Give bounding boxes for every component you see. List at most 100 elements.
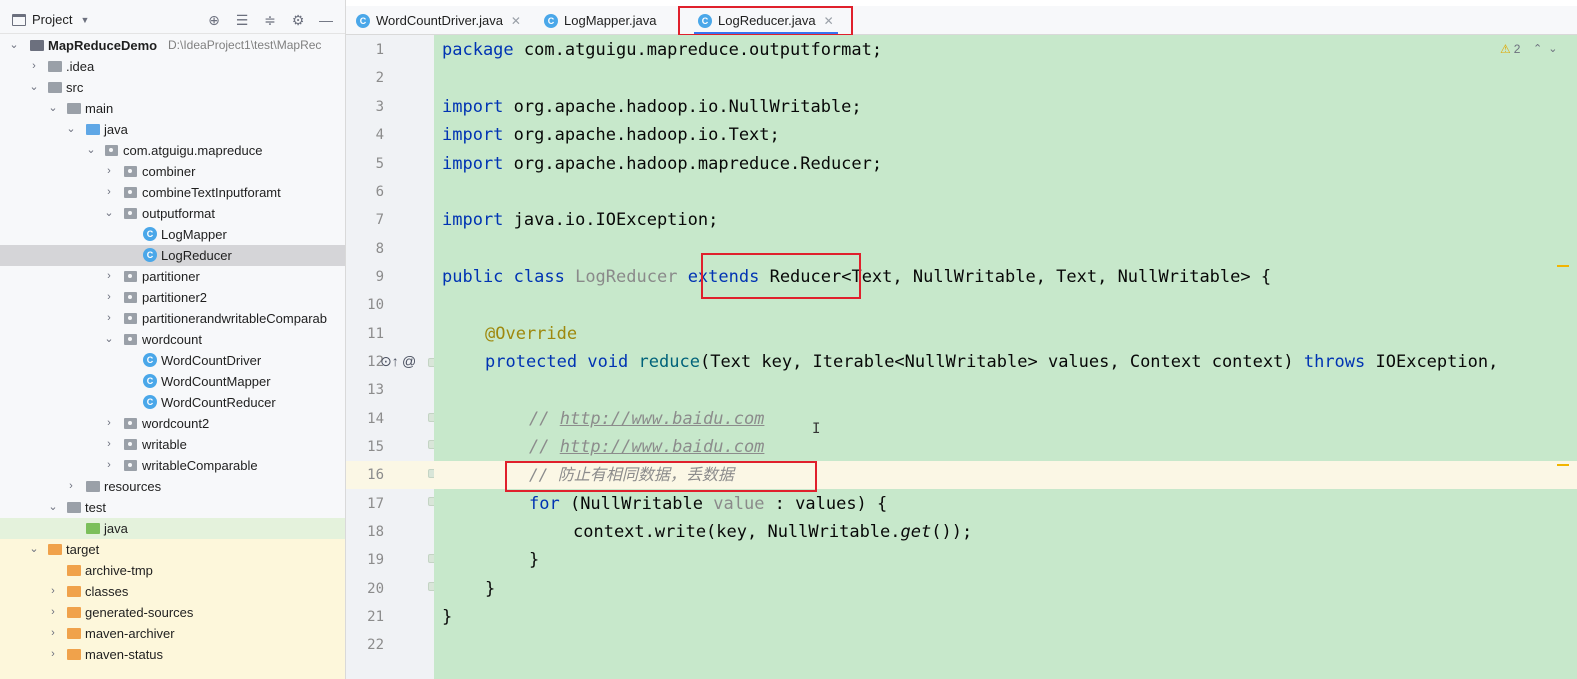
tree-item-resources[interactable]: › resources: [0, 476, 345, 497]
tree-item-outputformat[interactable]: ⌄ outputformat: [0, 203, 345, 224]
tree-item-package-root[interactable]: ⌄ com.atguigu.mapreduce: [0, 140, 345, 161]
tab-logreducer[interactable]: C LogReducer.java ✕: [694, 6, 838, 35]
minimize-icon[interactable]: —: [312, 11, 340, 29]
code-editor[interactable]: package com.atguigu.mapreduce.outputform…: [434, 35, 1577, 679]
collapse-all-icon[interactable]: ≑: [256, 11, 284, 29]
warning-count: 2: [1513, 42, 1521, 56]
gear-icon[interactable]: ⚙: [284, 11, 312, 29]
tree-item-target[interactable]: ⌄ target: [0, 539, 345, 560]
chevron-down-icon[interactable]: ⌄: [65, 119, 77, 140]
tree-item-combiner[interactable]: › combiner: [0, 161, 345, 182]
source-folder-icon: [86, 124, 100, 135]
chevron-right-icon[interactable]: ›: [103, 434, 115, 455]
tree-item-writablecomparable[interactable]: › writableComparable: [0, 455, 345, 476]
tree-item-archive-tmp[interactable]: archive-tmp: [0, 560, 345, 581]
line-number: 2: [375, 70, 384, 86]
package-icon: [124, 271, 137, 282]
tree-item-test[interactable]: ⌄ test: [0, 497, 345, 518]
module-path: D:\IdeaProject1\test\MapRec: [168, 38, 322, 52]
chevron-down-icon[interactable]: ⌄: [103, 329, 115, 350]
tab-wordcountdriver[interactable]: C WordCountDriver.java ✕: [356, 6, 521, 35]
chevron-right-icon[interactable]: ›: [65, 476, 77, 497]
tree-item-partitioner2[interactable]: › partitioner2: [0, 287, 345, 308]
tree-item-idea[interactable]: › .idea: [0, 56, 345, 77]
line-number: 14: [367, 411, 384, 427]
tree-item-main[interactable]: ⌄ main: [0, 98, 345, 119]
line-number: 22: [367, 637, 384, 653]
code-line-4: import org.apache.hadoop.io.Text;: [442, 121, 780, 149]
tree-item-combinetextinputforamt[interactable]: › combineTextInputforamt: [0, 182, 345, 203]
editor-tab-bar: C WordCountDriver.java ✕ C LogMapper.jav…: [346, 6, 1577, 35]
chevron-down-icon[interactable]: ⌄: [47, 98, 59, 119]
override-method-icon[interactable]: ⊙↑: [380, 353, 399, 370]
tree-item-java[interactable]: ⌄ java: [0, 119, 345, 140]
code-line-1: package com.atguigu.mapreduce.outputform…: [442, 36, 882, 64]
chevron-down-icon[interactable]: ⌄: [8, 35, 20, 56]
package-icon: [124, 334, 137, 345]
tree-item-logreducer[interactable]: C LogReducer: [0, 245, 345, 266]
chevron-down-icon[interactable]: ⌄: [28, 77, 40, 98]
tree-item-wordcountdriver[interactable]: C WordCountDriver: [0, 350, 345, 371]
static-method: get: [900, 522, 932, 542]
tree-item-classes[interactable]: › classes: [0, 581, 345, 602]
chevron-down-icon[interactable]: ⌄: [28, 539, 40, 560]
locate-file-icon[interactable]: ⊕: [200, 11, 228, 29]
close-icon[interactable]: ✕: [824, 14, 834, 28]
tree-item-label: LogMapper: [161, 227, 227, 242]
tree-item-wordcount2[interactable]: › wordcount2: [0, 413, 345, 434]
tree-item-maven-status[interactable]: › maven-status: [0, 644, 345, 665]
error-stripe-mark[interactable]: [1557, 265, 1569, 267]
folder-icon: [48, 61, 62, 72]
error-stripe-mark[interactable]: [1557, 464, 1569, 466]
code-line-15: // http://www.baidu.com: [529, 433, 764, 461]
line-number: 16: [367, 467, 384, 483]
tree-item-partitionerandwritablecomparable[interactable]: › partitionerandwritableComparab: [0, 308, 345, 329]
code-line-11: @Override: [485, 320, 577, 348]
tab-logmapper[interactable]: C LogMapper.java: [544, 6, 657, 35]
line-number: 3: [375, 99, 384, 115]
tree-item-maven-archiver[interactable]: › maven-archiver: [0, 623, 345, 644]
chevron-right-icon[interactable]: ›: [103, 287, 115, 308]
code-text: (Text key, Iterable<NullWritable> values…: [699, 352, 1294, 372]
chevron-right-icon[interactable]: ›: [103, 308, 115, 329]
code-text: org.apache.hadoop.mapreduce.Reducer;: [503, 154, 883, 174]
chevron-up-icon[interactable]: ⌃: [1533, 43, 1548, 55]
chevron-right-icon[interactable]: ›: [47, 644, 59, 665]
chevron-right-icon[interactable]: ›: [103, 161, 115, 182]
project-view-selector[interactable]: Project ▼: [12, 12, 89, 27]
close-icon[interactable]: ✕: [511, 14, 521, 28]
chevron-right-icon[interactable]: ›: [47, 581, 59, 602]
code-line-17: for (NullWritable value : values) {: [529, 490, 887, 518]
chevron-down-icon[interactable]: ⌄: [1548, 43, 1563, 55]
chevron-down-icon[interactable]: ⌄: [103, 203, 115, 224]
tree-item-mapreducedemo[interactable]: ⌄ MapReduceDemo D:\IdeaProject1\test\Map…: [0, 35, 345, 56]
code-line-3: import org.apache.hadoop.io.NullWritable…: [442, 93, 862, 121]
comment-link[interactable]: http://www.baidu.com: [560, 437, 765, 457]
chevron-right-icon[interactable]: ›: [103, 266, 115, 287]
chevron-right-icon[interactable]: ›: [103, 413, 115, 434]
inspection-nav[interactable]: ⌃⌄: [1533, 42, 1563, 55]
chevron-down-icon[interactable]: ⌄: [47, 497, 59, 518]
chevron-down-icon[interactable]: ⌄: [85, 140, 97, 161]
inspection-widget[interactable]: ⚠ 2: [1500, 42, 1520, 56]
at-annotation-icon[interactable]: @: [402, 353, 416, 369]
chevron-right-icon[interactable]: ›: [28, 56, 40, 77]
tree-item-wordcountreducer[interactable]: C WordCountReducer: [0, 392, 345, 413]
chevron-right-icon[interactable]: ›: [103, 182, 115, 203]
tree-item-test-java[interactable]: java: [0, 518, 345, 539]
tree-item-src[interactable]: ⌄ src: [0, 77, 345, 98]
chevron-right-icon[interactable]: ›: [47, 623, 59, 644]
tree-item-wordcountmapper[interactable]: C WordCountMapper: [0, 371, 345, 392]
comment-link[interactable]: http://www.baidu.com: [560, 409, 765, 429]
chevron-right-icon[interactable]: ›: [103, 455, 115, 476]
keyword: import: [442, 97, 504, 117]
tree-item-wordcount[interactable]: ⌄ wordcount: [0, 329, 345, 350]
package-icon: [124, 313, 137, 324]
chevron-right-icon[interactable]: ›: [47, 602, 59, 623]
tree-item-partitioner[interactable]: › partitioner: [0, 266, 345, 287]
line-number: 9: [375, 269, 384, 285]
tree-item-writable[interactable]: › writable: [0, 434, 345, 455]
tree-item-generated-sources[interactable]: › generated-sources: [0, 602, 345, 623]
expand-all-icon[interactable]: ☰: [228, 11, 256, 29]
tree-item-logmapper[interactable]: C LogMapper: [0, 224, 345, 245]
